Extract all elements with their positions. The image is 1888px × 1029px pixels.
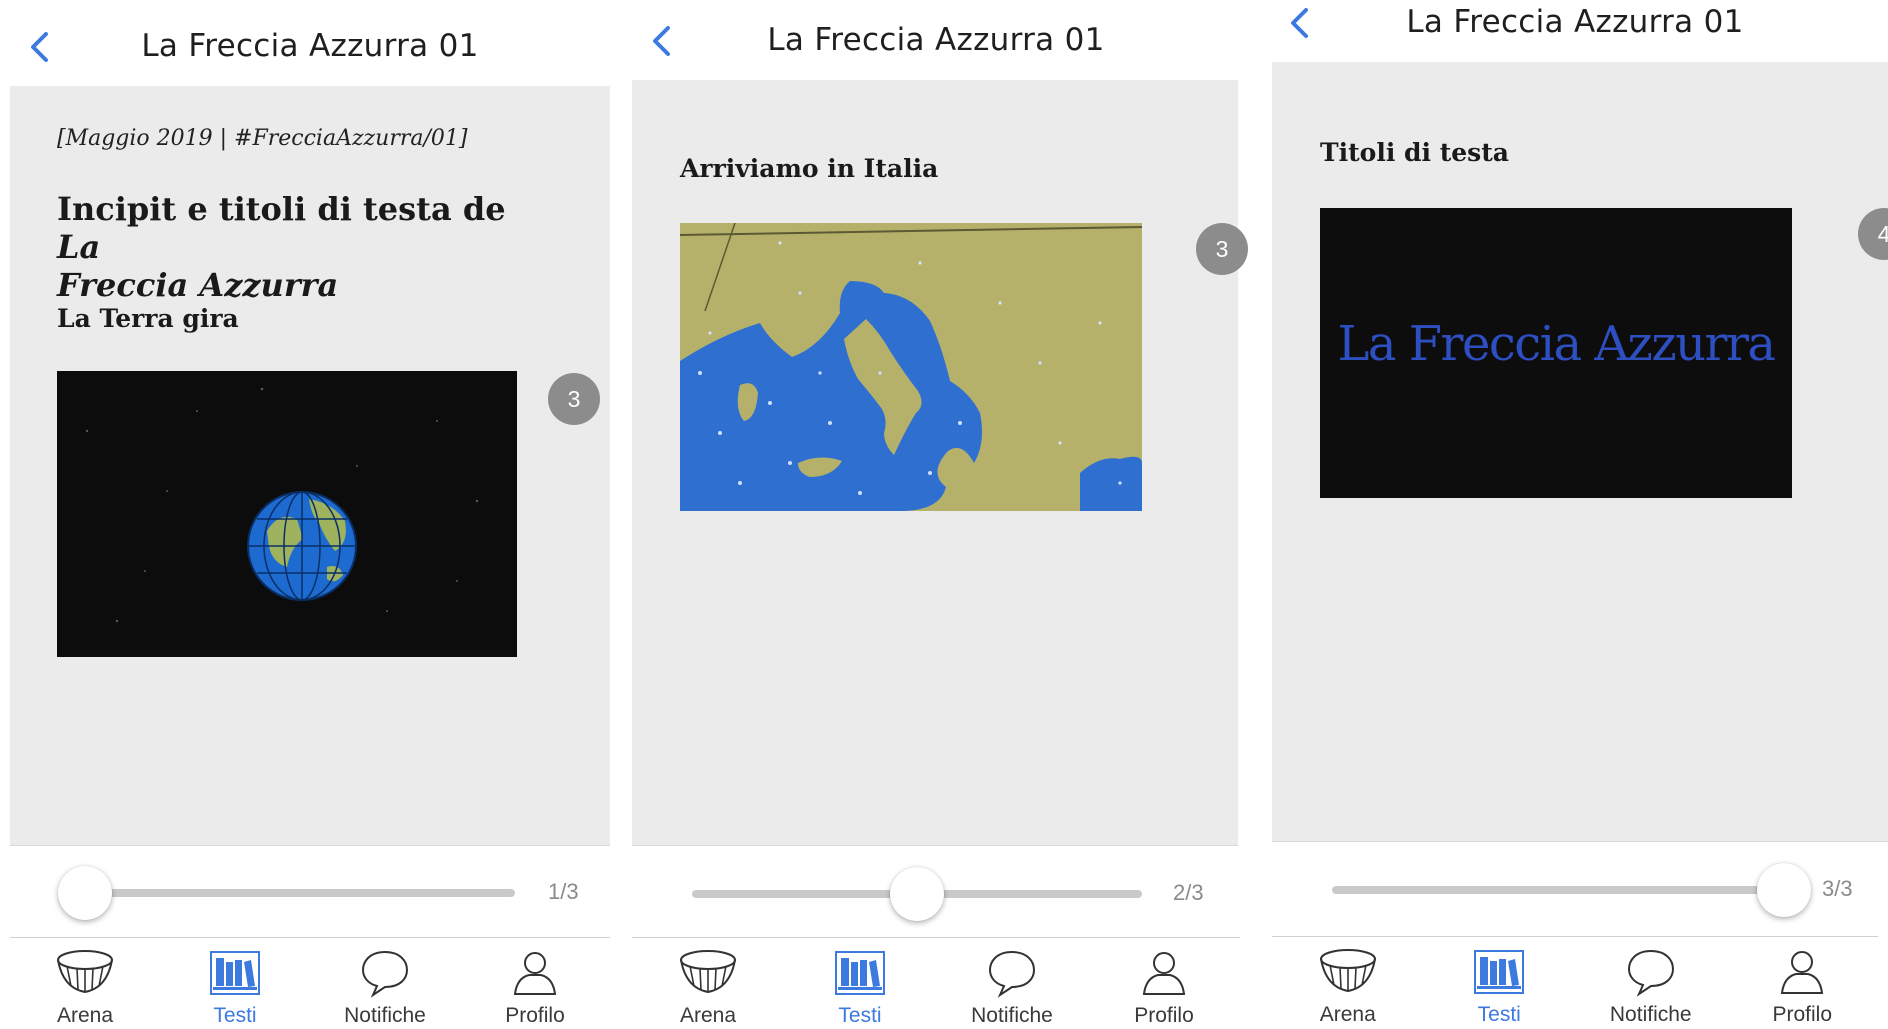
speech-bubble-icon bbox=[1627, 949, 1674, 997]
comment-count-badge[interactable]: 3 bbox=[548, 373, 600, 425]
tab-arena[interactable]: Arena bbox=[1272, 937, 1424, 1029]
tab-label: Arena bbox=[1319, 1003, 1376, 1026]
section-heading: La Terra gira bbox=[57, 304, 239, 333]
page-indicator: 2/3 bbox=[1173, 880, 1204, 905]
page-slider[interactable]: 1/3 bbox=[0, 848, 620, 938]
page-title: La Freccia Azzurra 01 bbox=[767, 22, 1105, 58]
page-title: La Freccia Azzurra 01 bbox=[1406, 4, 1744, 40]
slider-thumb[interactable] bbox=[58, 866, 112, 920]
document-title: Incipit e titoli di testa de La Freccia A… bbox=[57, 190, 557, 304]
tab-label: Profilo bbox=[1134, 1004, 1194, 1027]
tab-label: Arena bbox=[679, 1004, 737, 1027]
arena-bowl-icon bbox=[680, 950, 736, 994]
back-chevron-icon[interactable] bbox=[646, 24, 680, 58]
page-slider[interactable]: 2/3 bbox=[622, 849, 1250, 939]
speech-bubble-icon bbox=[361, 950, 409, 998]
tab-arena[interactable]: Arena bbox=[10, 938, 160, 1029]
tab-label: Notifiche bbox=[344, 1004, 426, 1027]
document-title-text: Incipit e titoli di testa de bbox=[57, 190, 506, 228]
comment-count-badge[interactable]: 4 bbox=[1858, 208, 1888, 260]
tab-bar: Arena Testi Notifiche Profilo bbox=[10, 937, 610, 1029]
nav-header: La Freccia Azzurra 01 bbox=[622, 10, 1250, 70]
slider-thumb[interactable] bbox=[890, 867, 944, 921]
tab-label: Testi bbox=[838, 1004, 882, 1027]
tab-bar: Arena Testi Notifiche Profilo bbox=[1272, 936, 1878, 1029]
tab-arena[interactable]: Arena bbox=[632, 938, 784, 1029]
tab-notifiche[interactable]: Notifiche bbox=[936, 938, 1088, 1029]
tab-label: Profilo bbox=[1772, 1003, 1833, 1026]
italy-map-image bbox=[680, 223, 1142, 511]
document-title-italic-1: La bbox=[57, 228, 101, 266]
nav-header: La Freccia Azzurra 01 bbox=[1262, 0, 1888, 52]
tab-label: Notifiche bbox=[971, 1004, 1053, 1027]
screen-1: La Freccia Azzurra 01 [Maggio 2019 | #Fr… bbox=[0, 0, 620, 1029]
section-heading: Arriviamo in Italia bbox=[680, 154, 939, 183]
content-card: Arriviamo in Italia 3 bbox=[632, 80, 1248, 846]
person-icon bbox=[1142, 952, 1186, 995]
screen-2: La Freccia Azzurra 01 Arriviamo in Itali… bbox=[622, 0, 1250, 1029]
title-card-video-frame[interactable]: La Freccia Azzurra bbox=[1320, 208, 1792, 498]
slider-track[interactable] bbox=[1332, 886, 1784, 894]
slider-track[interactable] bbox=[85, 889, 515, 897]
content-card: Titoli di testa La Freccia Azzurra 4 bbox=[1272, 62, 1888, 842]
document-title-italic-2: Freccia Azzurra bbox=[57, 266, 339, 304]
comment-count-badge[interactable]: 3 bbox=[1196, 223, 1248, 275]
books-icon bbox=[210, 951, 260, 995]
tab-label: Profilo bbox=[505, 1004, 565, 1027]
tab-label: Testi bbox=[213, 1004, 257, 1027]
tab-notifiche[interactable]: Notifiche bbox=[310, 938, 460, 1029]
screen-3: La Freccia Azzurra 01 Titoli di testa La… bbox=[1262, 0, 1888, 1029]
back-chevron-icon[interactable] bbox=[1284, 6, 1318, 40]
content-card: [Maggio 2019 | #FrecciaAzzurra/01] Incip… bbox=[10, 86, 610, 846]
tab-label: Notifiche bbox=[1609, 1003, 1692, 1026]
issue-meta: [Maggio 2019 | #FrecciaAzzurra/01] bbox=[57, 126, 468, 151]
page-slider[interactable]: 3/3 bbox=[1262, 845, 1888, 935]
nav-header: La Freccia Azzurra 01 bbox=[0, 16, 620, 76]
books-icon bbox=[1474, 950, 1525, 994]
section-heading: Titoli di testa bbox=[1320, 138, 1509, 167]
page-indicator: 3/3 bbox=[1822, 876, 1853, 901]
person-icon bbox=[513, 952, 557, 995]
media-title-text: La Freccia Azzurra bbox=[1337, 316, 1775, 372]
earth-video-frame[interactable] bbox=[57, 371, 517, 657]
tab-testi[interactable]: Testi bbox=[784, 938, 936, 1029]
speech-bubble-icon bbox=[988, 950, 1036, 998]
person-icon bbox=[1781, 951, 1824, 994]
tab-testi[interactable]: Testi bbox=[1424, 937, 1576, 1029]
italy-map-video-frame[interactable] bbox=[680, 223, 1142, 511]
tab-bar: Arena Testi Notifiche Profilo bbox=[632, 937, 1240, 1029]
tab-profilo[interactable]: Profilo bbox=[460, 938, 610, 1029]
spinning-earth-image bbox=[57, 371, 517, 657]
books-icon bbox=[835, 951, 885, 995]
tab-profilo[interactable]: Profilo bbox=[1088, 938, 1240, 1029]
arena-bowl-icon bbox=[1319, 949, 1376, 993]
title-card-image: La Freccia Azzurra bbox=[1320, 208, 1792, 498]
tab-notifiche[interactable]: Notifiche bbox=[1575, 937, 1727, 1029]
page-title: La Freccia Azzurra 01 bbox=[141, 28, 479, 64]
back-chevron-icon[interactable] bbox=[24, 30, 58, 64]
tab-profilo[interactable]: Profilo bbox=[1727, 937, 1879, 1029]
page-indicator: 1/3 bbox=[548, 879, 579, 904]
slider-thumb[interactable] bbox=[1757, 863, 1811, 917]
arena-bowl-icon bbox=[57, 950, 113, 994]
tab-label: Arena bbox=[56, 1004, 114, 1027]
tab-testi[interactable]: Testi bbox=[160, 938, 310, 1029]
tab-label: Testi bbox=[1477, 1003, 1521, 1026]
